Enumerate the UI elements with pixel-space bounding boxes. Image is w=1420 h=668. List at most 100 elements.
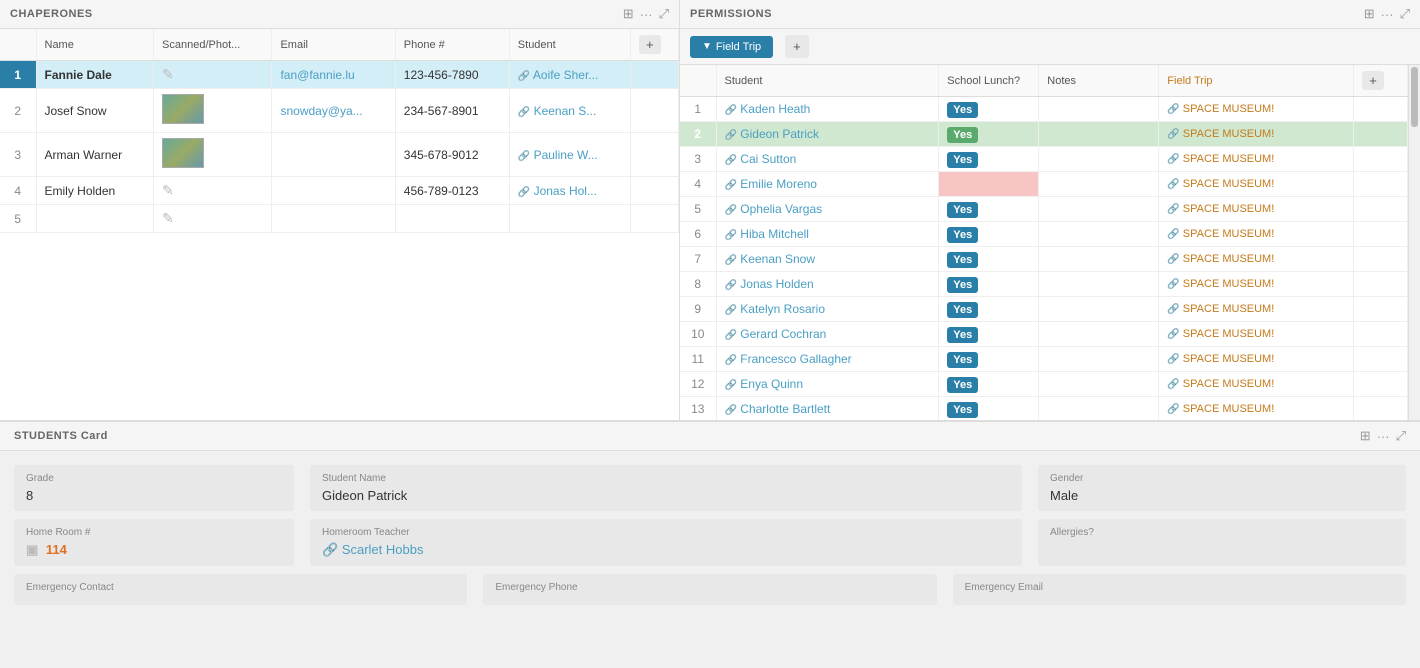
emergency-phone-label: Emergency Phone [495, 582, 924, 593]
table-row[interactable]: 1🔗 Kaden HeathYes🔗 SPACE MUSEUM! [680, 97, 1408, 122]
card-expand-icon[interactable]: ⤢ [1396, 428, 1406, 444]
perm-field-trip: 🔗 SPACE MUSEUM! [1159, 122, 1354, 147]
perm-extra [1354, 172, 1408, 197]
home-room-value: ▣ 114 [26, 542, 282, 558]
table-row[interactable]: 7🔗 Keenan SnowYes🔗 SPACE MUSEUM! [680, 247, 1408, 272]
card-toolbar: ⊞ ··· ⤢ [1360, 428, 1406, 444]
table-row[interactable]: 6🔗 Hiba MitchellYes🔗 SPACE MUSEUM! [680, 222, 1408, 247]
table-row[interactable]: 2Josef Snowsnowday@ya...234-567-8901🔗 Ke… [0, 89, 679, 133]
perm-field-trip: 🔗 SPACE MUSEUM! [1159, 97, 1354, 122]
permissions-title: PERMISSIONS [690, 8, 1364, 20]
chap-phone [395, 205, 509, 233]
permissions-toolbar: ⊞ ··· ⤢ [1364, 6, 1410, 22]
chap-name [36, 205, 154, 233]
perm-row-num: 12 [680, 372, 716, 397]
perm-col-notes: Notes [1039, 65, 1159, 97]
table-row[interactable]: 5🔗 Ophelia VargasYes🔗 SPACE MUSEUM! [680, 197, 1408, 222]
table-row[interactable]: 9🔗 Katelyn RosarioYes🔗 SPACE MUSEUM! [680, 297, 1408, 322]
chap-student: 🔗 Aoife Sher... [509, 61, 630, 89]
table-row[interactable]: 8🔗 Jonas HoldenYes🔗 SPACE MUSEUM! [680, 272, 1408, 297]
add-permission-button[interactable]: + [785, 35, 809, 58]
perm-student: 🔗 Gideon Patrick [716, 122, 939, 147]
more-icon[interactable]: ··· [640, 7, 653, 22]
allergies-field: Allergies? [1038, 519, 1406, 566]
card-header: STUDENTS Card ⊞ ··· ⤢ [0, 422, 1420, 451]
perm-add-col-button[interactable]: + [1362, 71, 1384, 90]
row-num: 1 [0, 61, 36, 89]
home-room-field: Home Room # ▣ 114 [14, 519, 294, 566]
table-row[interactable]: 10🔗 Gerard CochranYes🔗 SPACE MUSEUM! [680, 322, 1408, 347]
perm-lunch: Yes [939, 222, 1039, 247]
row-num: 5 [0, 205, 36, 233]
chap-extra [630, 89, 678, 133]
table-row[interactable]: 1Fannie Dale✎fan@fannie.lu123-456-7890🔗 … [0, 61, 679, 89]
gender-field: Gender Male [1038, 465, 1406, 511]
perm-student: 🔗 Jonas Holden [716, 272, 939, 297]
chap-extra [630, 133, 678, 177]
scrollbar[interactable] [1408, 65, 1420, 420]
funnel-icon: ▼ [702, 41, 712, 52]
card-more-icon[interactable]: ··· [1377, 429, 1390, 444]
col-header-add[interactable]: + [630, 29, 678, 61]
perm-col-add[interactable]: + [1354, 65, 1408, 97]
perm-row-num: 9 [680, 297, 716, 322]
perm-field-trip: 🔗 SPACE MUSEUM! [1159, 347, 1354, 372]
perm-notes [1039, 272, 1159, 297]
card-fields-row3: Emergency Contact Emergency Phone Emerge… [0, 574, 1420, 613]
chap-photo: ✎ [154, 61, 272, 89]
allergies-label: Allergies? [1050, 527, 1394, 538]
perm-extra [1354, 247, 1408, 272]
permissions-table-wrap: Student School Lunch? Notes Field Trip +… [680, 65, 1408, 420]
grade-value: 8 [26, 488, 282, 503]
perm-row-num: 3 [680, 147, 716, 172]
perm-notes [1039, 322, 1159, 347]
perm-extra [1354, 297, 1408, 322]
perm-more-icon[interactable]: ··· [1381, 7, 1394, 22]
chap-phone: 123-456-7890 [395, 61, 509, 89]
perm-extra [1354, 197, 1408, 222]
field-trip-button[interactable]: ▼ Field Trip [690, 36, 773, 58]
edit-photo-icon[interactable]: ✎ [162, 182, 174, 198]
chap-name: Emily Holden [36, 177, 154, 205]
edit-photo-icon[interactable]: ✎ [162, 210, 174, 226]
permissions-panel: PERMISSIONS ⊞ ··· ⤢ ▼ Field Trip + St [680, 0, 1420, 420]
table-row[interactable]: 12🔗 Enya QuinnYes🔗 SPACE MUSEUM! [680, 372, 1408, 397]
table-row[interactable]: 3🔗 Cai SuttonYes🔗 SPACE MUSEUM! [680, 147, 1408, 172]
perm-expand-icon[interactable]: ⤢ [1400, 6, 1410, 22]
perm-extra [1354, 372, 1408, 397]
expand-icon[interactable]: ⤢ [659, 6, 669, 22]
perm-col-num [680, 65, 716, 97]
perm-extra [1354, 97, 1408, 122]
home-room-label: Home Room # [26, 527, 282, 538]
perm-student: 🔗 Francesco Gallagher [716, 347, 939, 372]
perm-lunch: Yes [939, 347, 1039, 372]
perm-notes [1039, 147, 1159, 172]
photo-thumbnail [162, 138, 204, 168]
chaperones-toolbar: ⊞ ··· ⤢ [623, 6, 669, 22]
perm-lunch: Yes [939, 397, 1039, 421]
homeroom-teacher-field: Homeroom Teacher 🔗 Scarlet Hobbs [310, 519, 1022, 566]
homeroom-teacher-label: Homeroom Teacher [322, 527, 1010, 538]
table-row[interactable]: 5✎ [0, 205, 679, 233]
table-row[interactable]: 13🔗 Charlotte BartlettYes🔗 SPACE MUSEUM! [680, 397, 1408, 421]
perm-notes [1039, 372, 1159, 397]
perm-lunch: Yes [939, 197, 1039, 222]
perm-student: 🔗 Enya Quinn [716, 372, 939, 397]
permissions-toolbar-row: ▼ Field Trip + [680, 29, 1420, 65]
table-row[interactable]: 2🔗 Gideon PatrickYes🔗 SPACE MUSEUM! [680, 122, 1408, 147]
chaperones-table: Name Scanned/Phot... Email Phone # Stude… [0, 29, 679, 233]
col-header-scanned: Scanned/Phot... [154, 29, 272, 61]
filter-icon[interactable]: ⊞ [623, 6, 634, 22]
add-col-button[interactable]: + [639, 35, 661, 54]
table-row[interactable]: 4Emily Holden✎456-789-0123🔗 Jonas Hol... [0, 177, 679, 205]
table-row[interactable]: 4🔗 Emilie Moreno🔗 SPACE MUSEUM! [680, 172, 1408, 197]
edit-photo-icon[interactable]: ✎ [162, 66, 174, 82]
card-filter-icon[interactable]: ⊞ [1360, 428, 1371, 444]
perm-filter-icon[interactable]: ⊞ [1364, 6, 1375, 22]
perm-row-num: 13 [680, 397, 716, 421]
table-row[interactable]: 3Arman Warner345-678-9012🔗 Pauline W... [0, 133, 679, 177]
perm-student: 🔗 Emilie Moreno [716, 172, 939, 197]
col-header-email: Email [272, 29, 395, 61]
table-row[interactable]: 11🔗 Francesco GallagherYes🔗 SPACE MUSEUM… [680, 347, 1408, 372]
chap-email [272, 133, 395, 177]
